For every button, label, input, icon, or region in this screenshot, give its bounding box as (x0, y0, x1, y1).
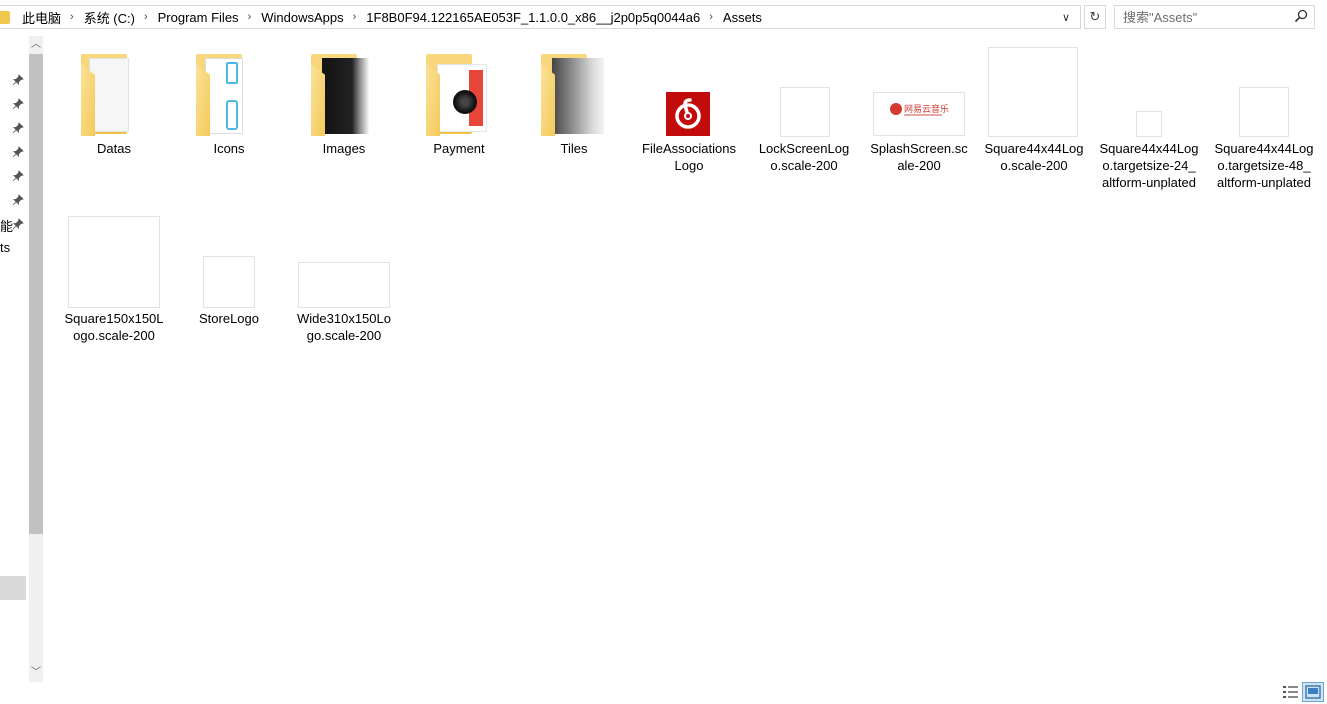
pin-icon[interactable] (12, 146, 24, 158)
navigation-pane: 能 ts (0, 36, 29, 702)
file-item-square44-scale200[interactable]: Square44x44Logo.scale-200 (984, 44, 1084, 174)
folder-icon (0, 11, 10, 24)
file-item-images[interactable]: Images (294, 44, 394, 174)
file-name: FileAssociationsLogo (642, 141, 736, 173)
chevron-right-icon[interactable]: › (70, 11, 74, 23)
pin-icon[interactable] (12, 194, 24, 206)
file-item-square44-target48[interactable]: Square44x44Logo.targetsize-48_altform-un… (1214, 44, 1314, 214)
search-box (1114, 5, 1315, 29)
music-logo-icon (890, 103, 902, 115)
large-icons-view-button[interactable] (1302, 682, 1324, 702)
pin-icon[interactable] (12, 74, 24, 86)
vertical-scrollbar[interactable]: ︿ ﹀ (29, 36, 43, 682)
chevron-right-icon[interactable]: › (248, 11, 252, 23)
file-name: StoreLogo (199, 311, 259, 326)
breadcrumb-system-drive[interactable]: 系统 (C:) (84, 8, 135, 27)
file-item-payment[interactable]: Payment (409, 44, 509, 174)
chevron-down-icon[interactable]: ∨ (1062, 11, 1070, 24)
breadcrumb-program-files[interactable]: Program Files (158, 10, 239, 25)
search-icon[interactable] (1294, 9, 1308, 23)
chevron-right-icon[interactable]: › (144, 11, 148, 23)
details-view-icon[interactable] (1282, 684, 1300, 700)
file-name: Wide310x150Logo.scale-200 (297, 311, 391, 343)
breadcrumb: 此电脑 › 系统 (C:) › Program Files › WindowsA… (22, 6, 762, 28)
pin-icon[interactable] (12, 170, 24, 182)
file-item-fileassociationslogo[interactable]: FileAssociationsLogo (639, 44, 739, 174)
file-name: LockScreenLogo.scale-200 (758, 141, 850, 173)
chevron-right-icon[interactable]: › (353, 11, 357, 23)
large-icons-view-icon (1305, 685, 1321, 699)
file-name: Square44x44Logo.targetsize-24_altform-un… (1099, 141, 1199, 190)
scroll-up-arrow-icon[interactable]: ︿ (29, 36, 43, 53)
nav-selected-item[interactable] (0, 576, 26, 600)
scroll-down-arrow-icon[interactable]: ﹀ (29, 664, 43, 681)
file-name: SplashScreen.scale-200 (870, 141, 968, 173)
breadcrumb-windowsapps[interactable]: WindowsApps (261, 10, 343, 25)
file-item-storelogo[interactable]: StoreLogo (179, 214, 279, 346)
file-name: Datas (97, 141, 131, 156)
pin-icon[interactable] (12, 122, 24, 134)
file-name: Square44x44Logo.targetsize-48_altform-un… (1214, 141, 1314, 190)
scrollbar-thumb[interactable] (29, 54, 43, 534)
file-item-icons[interactable]: Icons (179, 44, 279, 174)
status-bar (0, 682, 1327, 702)
search-input[interactable] (1115, 6, 1290, 28)
pin-icon[interactable] (12, 98, 24, 110)
file-name: Tiles (560, 141, 588, 156)
file-name: Payment (433, 141, 485, 156)
refresh-button[interactable]: ↻ (1084, 5, 1106, 29)
toolbar: 此电脑 › 系统 (C:) › Program Files › WindowsA… (0, 0, 1327, 36)
file-item-datas[interactable]: Datas (64, 44, 164, 174)
file-item-tiles[interactable]: Tiles (524, 44, 624, 174)
file-name: Square150x150Logo.scale-200 (64, 311, 164, 343)
nav-item-label[interactable]: ts (0, 240, 10, 255)
address-bar[interactable]: 此电脑 › 系统 (C:) › Program Files › WindowsA… (0, 5, 1081, 29)
file-item-square150[interactable]: Square150x150Logo.scale-200 (64, 214, 164, 346)
file-name: Icons (213, 141, 245, 156)
pin-icon[interactable] (12, 218, 24, 230)
file-item-wide310[interactable]: Wide310x150Logo.scale-200 (294, 214, 394, 346)
breadcrumb-assets[interactable]: Assets (723, 10, 762, 25)
file-item-lockscreenlogo[interactable]: LockScreenLogo.scale-200 (754, 44, 854, 174)
music-logo-icon (666, 92, 710, 136)
file-item-splashscreen[interactable]: 网易云音乐 SplashScreen.scale-200 (869, 44, 969, 174)
file-name: Images (322, 141, 366, 156)
file-name: Square44x44Logo.scale-200 (984, 141, 1084, 173)
breadcrumb-package-folder[interactable]: 1F8B0F94.122165AE053F_1.1.0.0_x86__j2p0p… (366, 10, 700, 25)
chevron-right-icon[interactable]: › (709, 11, 713, 23)
breadcrumb-this-pc[interactable]: 此电脑 (22, 8, 61, 27)
file-item-square44-target24[interactable]: Square44x44Logo.targetsize-24_altform-un… (1099, 44, 1199, 214)
